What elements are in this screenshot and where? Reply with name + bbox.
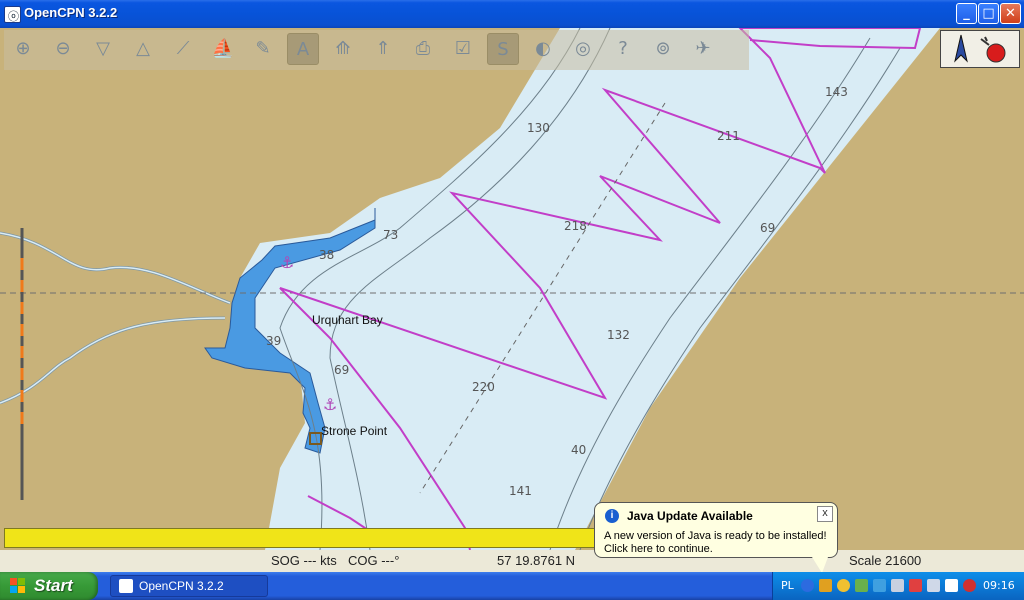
color-scheme-icon[interactable]: ◐ [527,33,559,65]
sounding: 211 [717,129,740,143]
opencpn-icon [119,579,133,593]
place-label-urquhart-bay: Urquhart Bay [312,313,383,327]
balloon-message-2: Click here to continue. [604,543,713,555]
sounding: 38 [319,248,334,262]
sounding: 220 [472,380,495,394]
sounding: 73 [383,228,398,242]
java-tray-icon[interactable] [819,579,832,592]
close-button[interactable]: ✕ [1000,3,1021,24]
sounding: 130 [527,121,550,135]
north-arrow-icon [954,34,968,63]
info-icon: i [605,509,619,523]
taskbar-item-opencpn[interactable]: OpenCPN 3.2.2 [110,575,268,597]
gps-status-icon [986,43,1006,63]
position-readout: 57 19.8761 N [497,553,576,568]
chart-load-progress [4,528,644,548]
language-indicator[interactable]: PL [781,579,794,592]
text-icon[interactable]: A [287,33,319,65]
cog-readout: COG ---° [348,553,400,568]
clock[interactable]: 09:16 [983,579,1015,592]
sounding: 69 [760,221,775,235]
start-label: Start [34,576,73,595]
sounding: 40 [571,443,586,457]
java-update-balloon[interactable]: i Java Update Available x A new version … [594,502,838,573]
window-title: OpenCPN 3.2.2 [24,5,118,20]
tray-app-icon[interactable] [837,579,850,592]
balloon-close-button[interactable]: x [817,506,833,522]
system-tray: PL 09:16 [772,572,1024,600]
route-manager-icon[interactable]: ☑ [447,33,479,65]
route-icon[interactable]: ⟋ [167,33,199,65]
title-bar: ⓞ OpenCPN 3.2.2 _ □ ✕ [0,0,1024,28]
current-icon[interactable]: ⟰ [327,33,359,65]
status-bar: SOG --- kts COG ---° 57 19.8761 N Scale … [0,550,1024,572]
sounding: 69 [334,363,349,377]
plugin-icon[interactable]: ✈ [687,33,719,65]
antivirus-icon[interactable] [963,579,976,592]
app-icon-glyph: ⓞ [8,10,19,23]
app-icon: ⓞ [4,6,21,23]
balloon-message: A new version of Java is ready to be ins… [604,530,827,542]
balloon-tail [812,557,828,573]
river-2 [0,316,226,405]
river-2-inner [0,317,226,404]
mob-icon[interactable]: ◎ [567,33,599,65]
minimize-button[interactable]: _ [956,3,977,24]
sounding: 141 [509,484,532,498]
battery-icon[interactable] [945,579,958,592]
track-icon[interactable]: S [487,33,519,65]
satellite-icon [980,36,990,46]
network-icon[interactable] [855,579,868,592]
settings-icon[interactable]: ✎ [247,33,279,65]
wireless-icon[interactable] [873,579,886,592]
nautical-chart: ⚓ ⚓ Urquhart Bay Strone Point 143 130 21… [0,28,1024,550]
start-button[interactable]: Start [0,572,98,600]
taskbar-item-label: OpenCPN 3.2.2 [139,579,224,593]
tray-app-icon-2[interactable] [927,579,940,592]
zoom-out-icon[interactable]: ⊖ [47,33,79,65]
chart-canvas[interactable]: ⚓ ⚓ Urquhart Bay Strone Point 143 130 21… [0,28,1024,550]
zoom-in-icon[interactable]: ⊕ [7,33,39,65]
auto-follow-icon[interactable]: ⛵ [207,33,239,65]
anchor-icon: ⚓ [280,253,294,272]
sounding: 39 [266,334,281,348]
scale-down-icon[interactable]: ▽ [87,33,119,65]
balloon-title: Java Update Available [627,509,753,523]
tide-icon[interactable]: ⇑ [367,33,399,65]
sounding: 218 [564,219,587,233]
sog-readout: SOG --- kts [271,553,337,568]
scale-up-icon[interactable]: △ [127,33,159,65]
security-icon[interactable] [909,579,922,592]
sounding: 143 [825,85,848,99]
taskbar: Start OpenCPN 3.2.2 PL 09:16 [0,572,1024,600]
loch-water [240,28,940,550]
scale-readout: Scale 21600 [849,553,922,568]
display-icon[interactable] [891,579,904,592]
windows-logo-icon [10,578,25,593]
maximize-button[interactable]: □ [978,3,999,24]
tray-expand-icon[interactable] [801,579,814,592]
sounding: 132 [607,328,630,342]
anchor-icon: ⚓ [323,395,337,414]
ais-icon[interactable]: ⊚ [647,33,679,65]
place-label-strone-point: Strone Point [321,424,388,438]
main-toolbar: ⊕ ⊖ ▽ △ ⟋ ⛵ ✎ A ⟰ ⇑ ⎙ ☑ S ◐ ◎? ⊚ ✈ [4,30,749,70]
print-icon[interactable]: ⎙ [407,33,439,65]
help-icon[interactable]: ? [607,33,639,65]
compass-widget[interactable] [940,30,1020,68]
